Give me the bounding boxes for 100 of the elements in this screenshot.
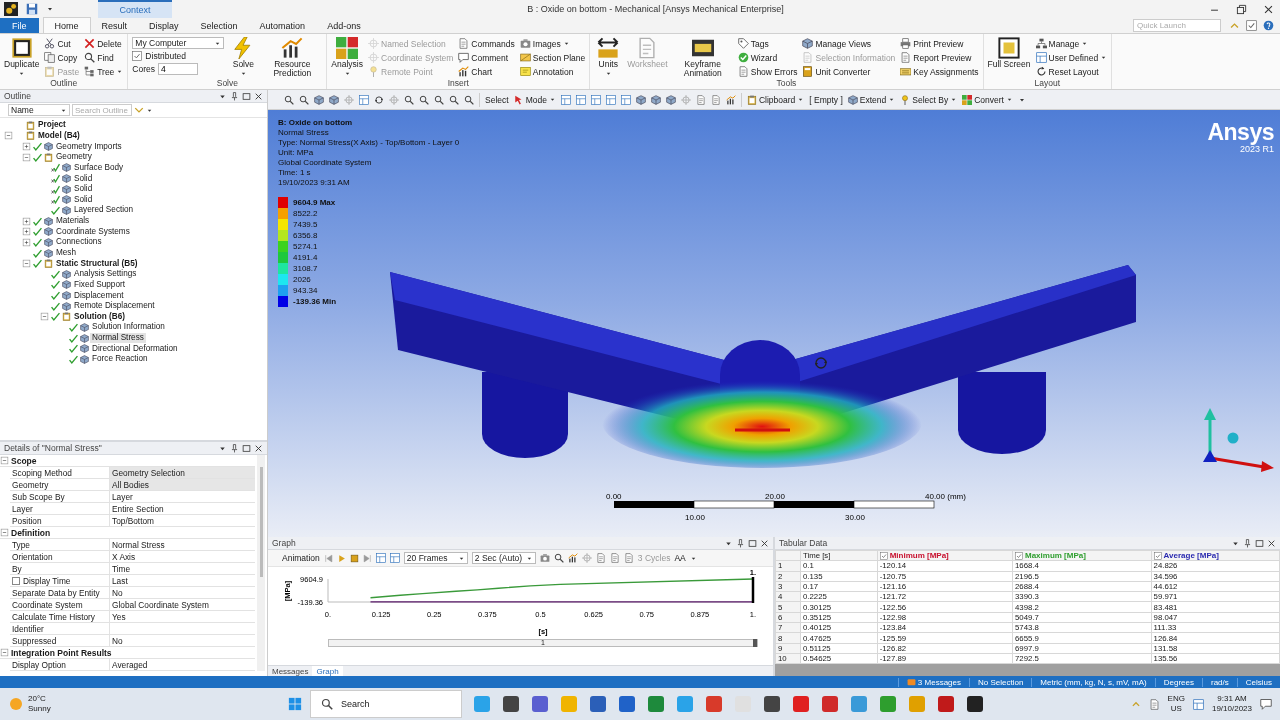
search-field[interactable]: Search Outline bbox=[72, 104, 132, 116]
tree-item[interactable]: Model (B4) bbox=[36, 130, 82, 141]
app-icon[interactable] bbox=[590, 696, 606, 712]
bar-chart-icon[interactable] bbox=[567, 553, 578, 563]
layout-icon[interactable] bbox=[375, 553, 386, 563]
maximize-icon[interactable] bbox=[242, 443, 251, 453]
ribbon-tab[interactable]: File bbox=[0, 18, 39, 33]
search-icon[interactable] bbox=[449, 94, 459, 105]
tree-item[interactable]: Solid bbox=[72, 194, 95, 205]
tree-item[interactable]: Materials bbox=[54, 216, 92, 227]
unit-system[interactable]: Metric (mm, kg, N, s, mV, mA) bbox=[1031, 677, 1155, 687]
tree-item[interactable]: Solution Information bbox=[90, 322, 167, 333]
ribbon-button[interactable]: Comment bbox=[458, 51, 515, 64]
cube-icon[interactable] bbox=[314, 94, 324, 105]
toolbar-button[interactable]: Mode bbox=[513, 94, 556, 105]
time-marker[interactable] bbox=[751, 577, 755, 603]
cube-icon[interactable] bbox=[665, 94, 676, 105]
expand-icon[interactable] bbox=[22, 142, 31, 152]
filter-dropdown[interactable]: Name bbox=[8, 104, 70, 116]
search-icon[interactable] bbox=[404, 94, 414, 105]
stop-icon[interactable] bbox=[349, 553, 359, 563]
tree-item[interactable]: Project bbox=[36, 120, 68, 131]
selection-status[interactable]: No Selection bbox=[969, 677, 1032, 687]
close-icon[interactable] bbox=[254, 443, 263, 453]
ribbon-button[interactable]: Annotation bbox=[519, 65, 586, 78]
ribbon-button[interactable]: Show Errors bbox=[737, 65, 798, 78]
collapse-icon[interactable] bbox=[4, 131, 13, 141]
document-icon[interactable] bbox=[609, 553, 620, 563]
collapse-icon[interactable] bbox=[0, 456, 9, 465]
search-icon[interactable] bbox=[434, 94, 444, 105]
computer-dropdown[interactable]: My Computer bbox=[132, 37, 225, 49]
expand-icon[interactable] bbox=[22, 216, 31, 226]
ribbon-button[interactable]: User Defined bbox=[1035, 51, 1108, 64]
document-icon[interactable] bbox=[595, 553, 606, 563]
tree-item[interactable]: Fixed Support bbox=[72, 279, 127, 290]
close-icon[interactable] bbox=[254, 91, 263, 101]
ribbon-button[interactable]: Resource Prediction bbox=[262, 36, 323, 79]
toolbar-button[interactable]: Convert bbox=[962, 94, 1013, 105]
chevron-down-icon[interactable] bbox=[134, 105, 144, 115]
ribbon-tab[interactable]: Result bbox=[90, 18, 139, 33]
collapse-icon[interactable] bbox=[22, 152, 31, 162]
ribbon-button[interactable]: Keyframe Animation bbox=[672, 36, 733, 79]
ribbon-button[interactable]: Solve bbox=[229, 36, 258, 79]
crosshair-icon[interactable] bbox=[344, 94, 354, 105]
layout-icon[interactable] bbox=[575, 94, 586, 105]
weather-temperature[interactable]: 20°C bbox=[28, 694, 51, 704]
panel-tab[interactable]: Graph bbox=[312, 666, 343, 676]
ribbon-button[interactable]: Manage bbox=[1035, 37, 1108, 50]
rotate-cursor-icon[interactable] bbox=[374, 94, 384, 105]
angle-unit[interactable]: Degrees bbox=[1154, 677, 1202, 687]
tree-item[interactable]: Solution (B6) bbox=[72, 311, 127, 322]
scrollbar[interactable] bbox=[257, 455, 265, 671]
taskbar-search[interactable]: Search bbox=[310, 690, 462, 718]
app-icon[interactable] bbox=[532, 696, 548, 712]
messages-indicator[interactable]: 3 Messages bbox=[897, 677, 969, 687]
bar-chart-icon[interactable] bbox=[725, 94, 736, 105]
ribbon-button[interactable]: Unit Converter bbox=[802, 65, 896, 78]
ribbon-button[interactable]: Reset Layout bbox=[1035, 65, 1108, 78]
tree-item[interactable]: Geometry bbox=[54, 152, 94, 163]
ribbon-button[interactable]: Find bbox=[84, 51, 124, 64]
checkbox-icon[interactable] bbox=[132, 51, 143, 61]
clock-time[interactable]: 9:31 AM bbox=[1217, 694, 1247, 704]
layout-icon[interactable] bbox=[590, 94, 601, 105]
ribbon-tab[interactable]: Display bbox=[138, 18, 190, 33]
expand-icon[interactable] bbox=[22, 227, 31, 237]
search-icon[interactable] bbox=[464, 94, 474, 105]
search-icon[interactable] bbox=[553, 553, 564, 563]
checkbox-icon[interactable] bbox=[1015, 551, 1023, 560]
save-icon[interactable] bbox=[26, 3, 38, 15]
app-logo-icon[interactable] bbox=[4, 2, 18, 16]
expand-icon[interactable] bbox=[22, 237, 31, 247]
app-icon[interactable] bbox=[619, 696, 635, 712]
toolbar-button[interactable]: Select By bbox=[900, 94, 958, 105]
ribbon-button[interactable]: Copy bbox=[44, 51, 80, 64]
quick-launch-field[interactable]: Quick Launch bbox=[1133, 19, 1221, 32]
tree-item[interactable]: Displacement bbox=[72, 290, 126, 301]
tree-item[interactable]: Surface Body bbox=[72, 162, 126, 173]
chevron-up-icon[interactable] bbox=[1229, 20, 1240, 31]
maximize-icon[interactable] bbox=[748, 538, 757, 548]
search-icon[interactable] bbox=[419, 94, 429, 105]
region-indicator[interactable]: US bbox=[1170, 704, 1182, 714]
tree-item[interactable]: Static Structural (B5) bbox=[54, 258, 140, 269]
maximize-icon[interactable] bbox=[1255, 538, 1264, 548]
skip-back-icon[interactable] bbox=[323, 553, 333, 563]
tree-item[interactable]: Force Reaction bbox=[90, 354, 150, 365]
slider-thumb[interactable] bbox=[753, 639, 757, 647]
layout-icon[interactable] bbox=[560, 94, 571, 105]
crosshair-icon[interactable] bbox=[680, 94, 691, 105]
crosshair-icon[interactable] bbox=[389, 94, 399, 105]
temperature-unit[interactable]: Celsius bbox=[1236, 677, 1280, 687]
layout-icon[interactable] bbox=[605, 94, 616, 105]
ribbon-button[interactable]: Units bbox=[594, 36, 623, 79]
tree-item[interactable]: Solid bbox=[72, 173, 95, 184]
close-icon[interactable] bbox=[1263, 3, 1274, 15]
context-tab[interactable]: Context bbox=[98, 0, 172, 18]
ribbon-button[interactable]: Commands bbox=[458, 37, 515, 50]
chevron-up-icon[interactable] bbox=[1130, 699, 1141, 709]
windows-logo-icon[interactable] bbox=[288, 697, 302, 711]
collapse-icon[interactable] bbox=[0, 648, 9, 657]
ribbon-button[interactable]: Report Preview bbox=[900, 51, 979, 64]
